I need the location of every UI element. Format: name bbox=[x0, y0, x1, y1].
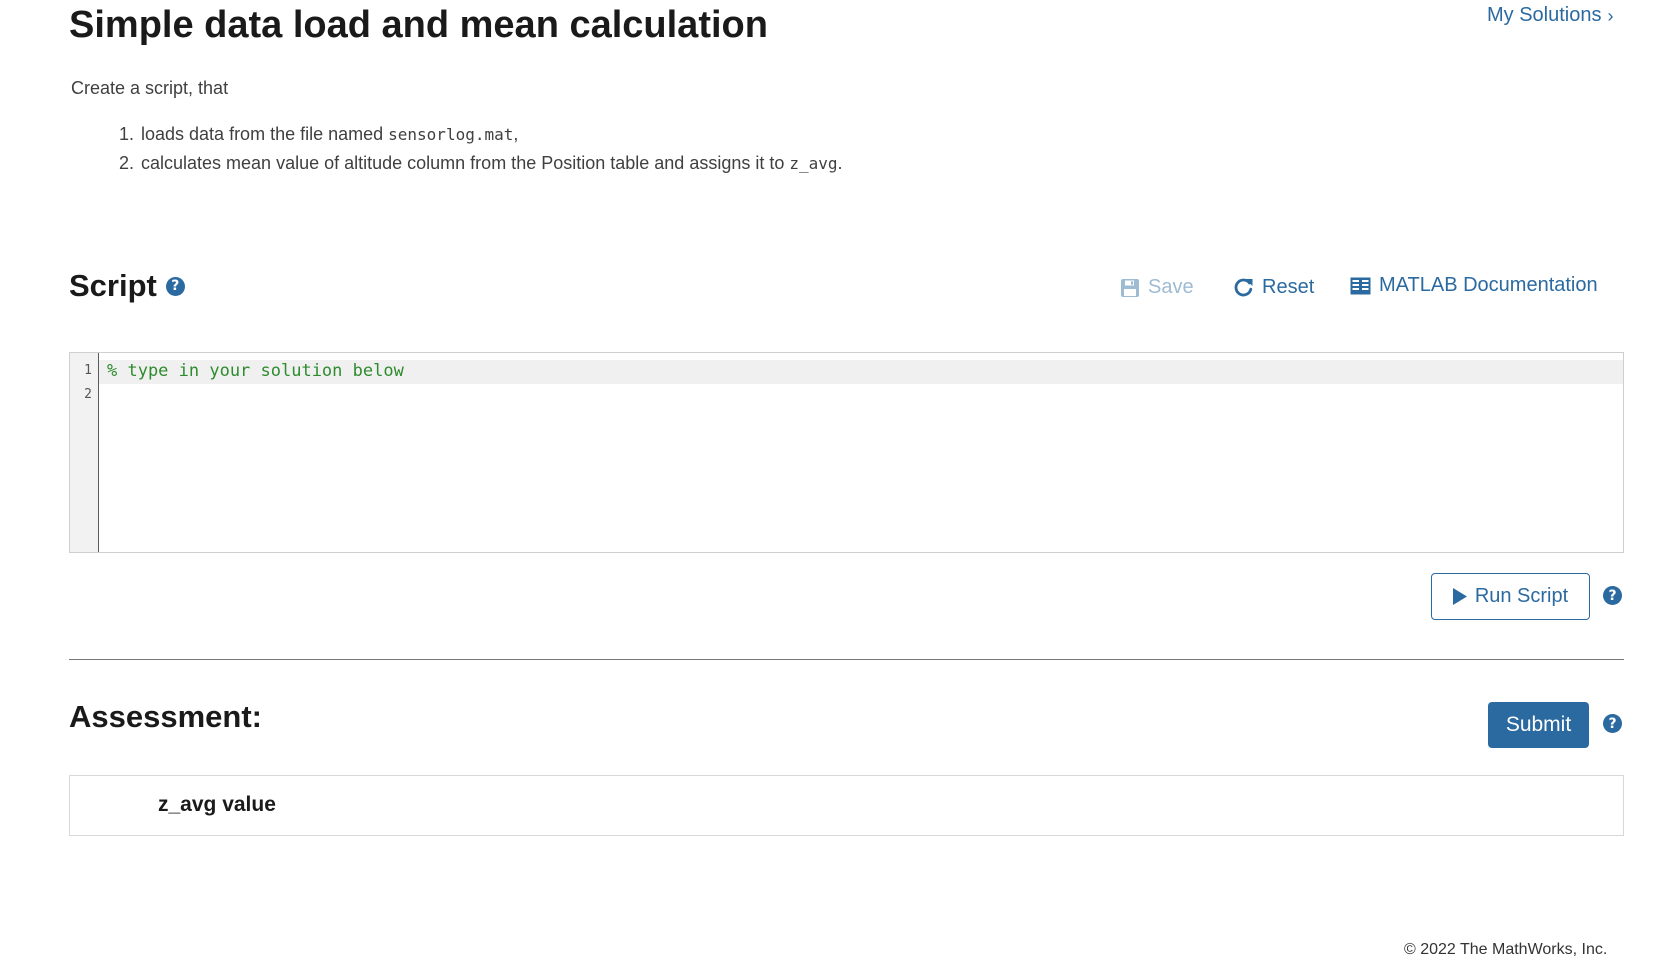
line-number: 2 bbox=[84, 387, 92, 402]
reset-button[interactable]: Reset bbox=[1233, 276, 1314, 299]
run-help-icon[interactable]: ? bbox=[1603, 586, 1622, 605]
script-title: Script bbox=[69, 268, 157, 303]
chevron-right-icon: › bbox=[1607, 5, 1614, 26]
assessment-heading: Assessment: bbox=[69, 699, 262, 734]
copyright-footer: © 2022 The MathWorks, Inc. bbox=[1404, 941, 1608, 958]
floppy-disk-icon bbox=[1121, 278, 1139, 297]
step-text: calculates mean value of altitude column… bbox=[141, 153, 790, 173]
step-text: loads data from the file named bbox=[141, 124, 389, 144]
my-solutions-link[interactable]: My Solutions › bbox=[1487, 4, 1614, 27]
script-heading: Script ? bbox=[69, 268, 185, 304]
play-icon bbox=[1452, 588, 1467, 605]
my-solutions-label: My Solutions bbox=[1487, 4, 1602, 26]
refresh-icon bbox=[1234, 278, 1253, 297]
section-divider bbox=[69, 659, 1624, 660]
run-script-button[interactable]: Run Script bbox=[1431, 573, 1590, 620]
submit-button[interactable]: Submit bbox=[1488, 702, 1589, 748]
list-item: 2. calculates mean value of altitude colu… bbox=[119, 149, 843, 178]
matlab-documentation-link[interactable]: MATLAB Documentation bbox=[1350, 274, 1598, 297]
line-number-gutter: 1 2 bbox=[70, 353, 99, 552]
code-editor[interactable]: 1 2 % type in your solution below bbox=[69, 352, 1624, 553]
run-script-label: Run Script bbox=[1474, 585, 1569, 607]
reset-label: Reset bbox=[1262, 276, 1315, 298]
code-line[interactable]: % type in your solution below bbox=[107, 361, 404, 381]
list-item: 1. loads data from the file named sensorl… bbox=[119, 120, 843, 149]
step-code: z_avg bbox=[789, 154, 838, 173]
step-number: 2. bbox=[119, 153, 135, 173]
save-button[interactable]: Save bbox=[1120, 276, 1194, 299]
problem-intro: Create a script, that bbox=[71, 78, 229, 98]
step-text-after: , bbox=[513, 124, 519, 144]
save-label: Save bbox=[1148, 276, 1194, 298]
test-label: z_avg value bbox=[158, 793, 276, 816]
help-icon[interactable]: ? bbox=[165, 276, 185, 296]
step-number: 1. bbox=[119, 124, 135, 144]
book-icon bbox=[1350, 277, 1371, 294]
submit-help-icon[interactable]: ? bbox=[1603, 714, 1622, 733]
doc-label: MATLAB Documentation bbox=[1379, 274, 1598, 296]
assessment-test-item[interactable]: z_avg value bbox=[69, 775, 1624, 836]
step-code: sensorlog.mat bbox=[388, 125, 514, 144]
line-number: 1 bbox=[84, 363, 92, 378]
problem-steps: 1. loads data from the file named sensorl… bbox=[119, 120, 843, 178]
page-title: Simple data load and mean calculation bbox=[69, 4, 768, 46]
step-text-after: . bbox=[837, 153, 843, 173]
